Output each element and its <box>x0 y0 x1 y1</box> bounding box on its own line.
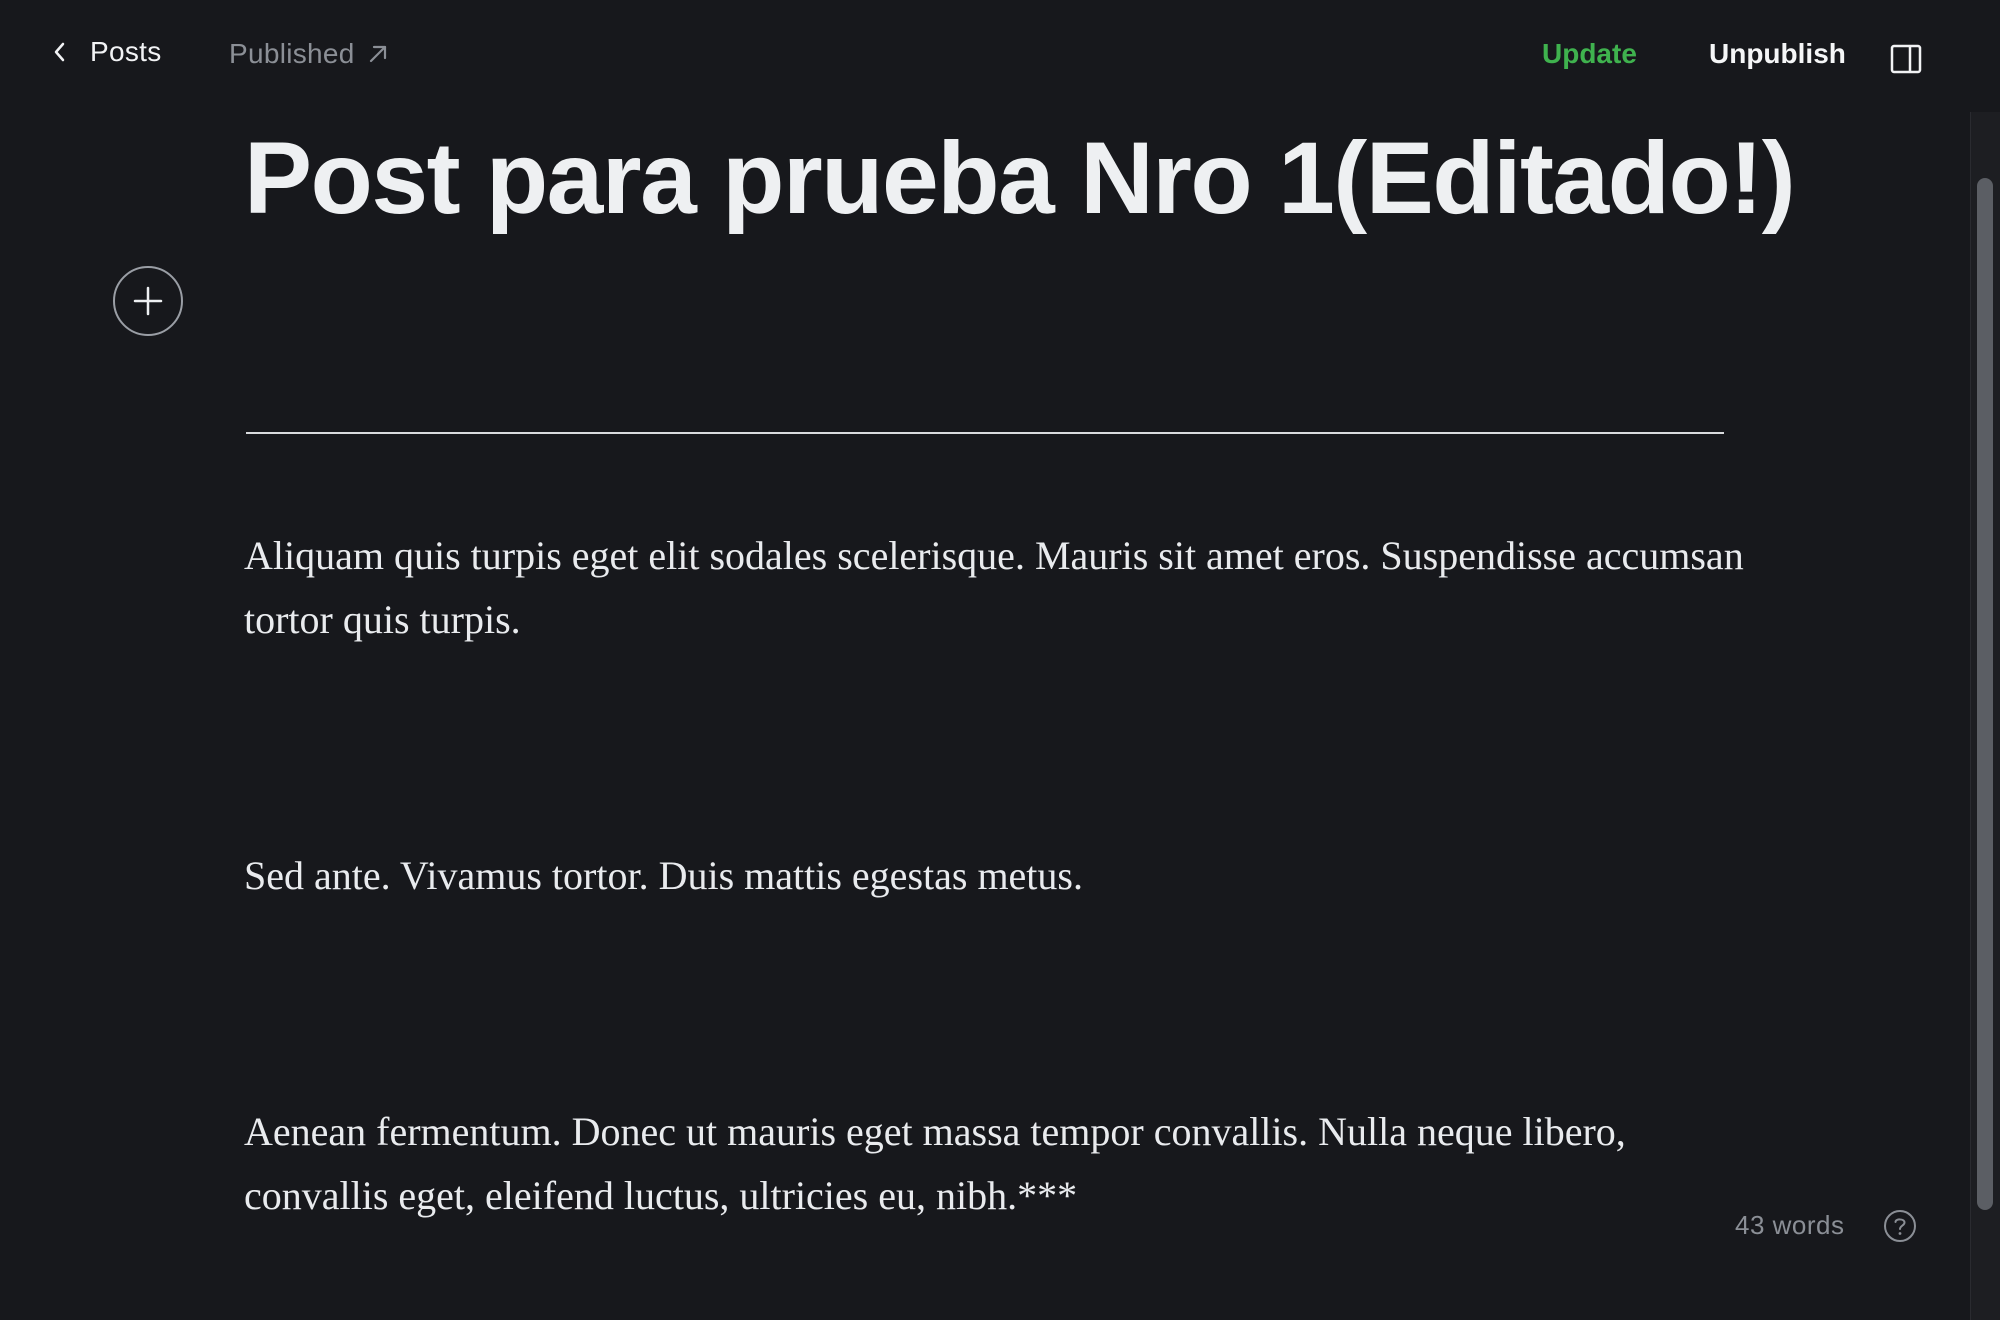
post-title[interactable]: Post para prueba Nro 1(Editado!) <box>244 118 1796 238</box>
unpublish-button[interactable]: Unpublish <box>1709 38 1846 70</box>
status-label: Published <box>229 38 355 69</box>
published-status-link[interactable]: Published <box>229 38 389 70</box>
word-count: 43 words <box>1735 1210 1845 1240</box>
update-button[interactable]: Update <box>1542 38 1637 70</box>
post-editor: Posts Published Update Unpublish Post pa… <box>0 0 2000 1320</box>
back-to-posts-button[interactable]: Posts <box>52 36 162 68</box>
help-button[interactable] <box>1883 1209 1917 1243</box>
sidebar-toggle-button[interactable] <box>1890 44 1922 74</box>
sidebar-toggle-icon <box>1890 44 1922 74</box>
back-label: Posts <box>90 36 162 67</box>
question-mark-icon <box>1883 1209 1917 1243</box>
scrollbar-thumb[interactable] <box>1977 178 1993 1210</box>
paragraph-3[interactable]: Aenean fermentum. Donec ut mauris eget m… <box>244 1100 1744 1228</box>
paragraph-2[interactable]: Sed ante. Vivamus tortor. Duis mattis eg… <box>244 844 1744 908</box>
arrow-up-right-icon <box>355 43 389 65</box>
paragraph-1[interactable]: Aliquam quis turpis eget elit sodales sc… <box>244 524 1744 652</box>
editor-header: Posts Published Update Unpublish <box>0 0 1970 112</box>
vertical-scrollbar[interactable] <box>1970 112 2000 1320</box>
horizontal-divider <box>246 432 1724 434</box>
add-card-button[interactable] <box>113 266 183 336</box>
chevron-left-icon <box>52 41 66 63</box>
